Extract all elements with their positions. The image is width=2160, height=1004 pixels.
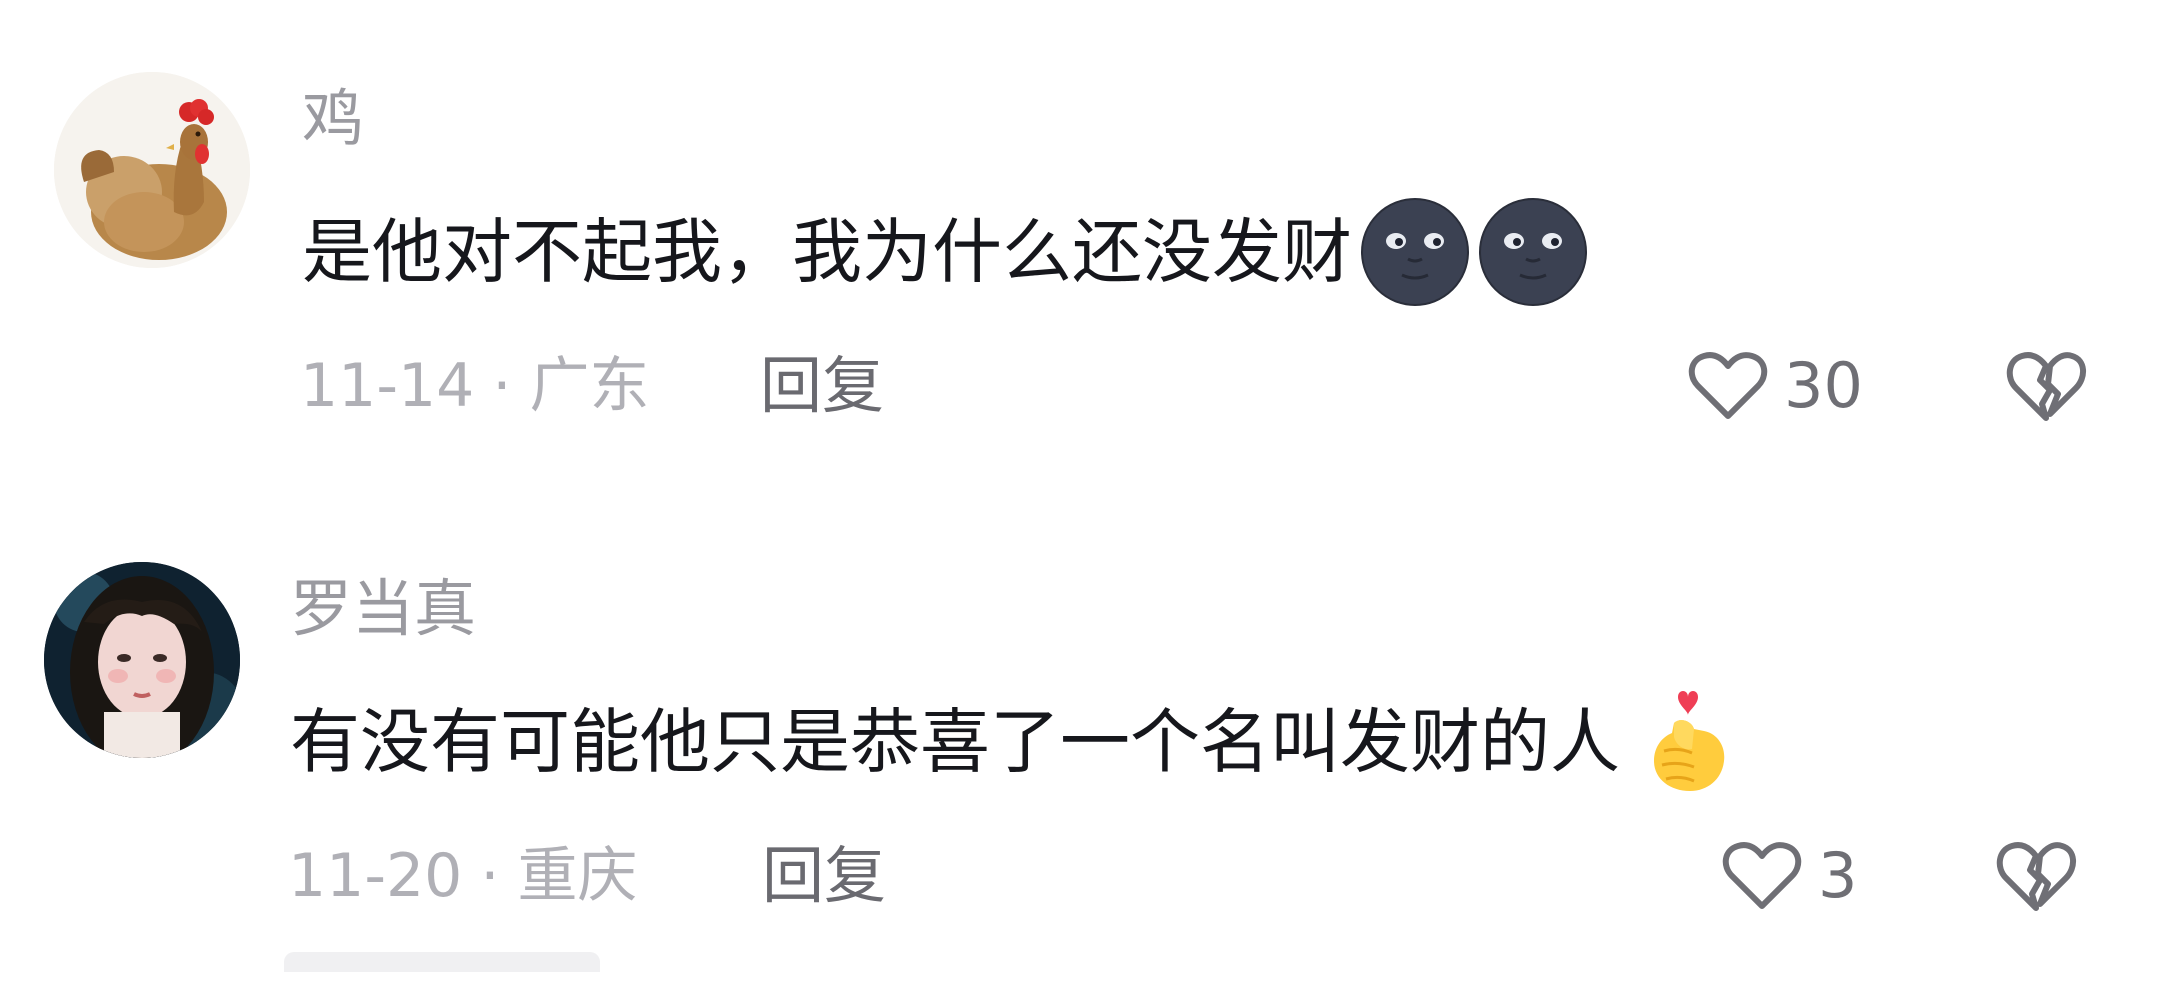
new-moon-face-emoji <box>1478 197 1588 307</box>
comment-date: 11-14 <box>300 351 475 421</box>
username[interactable]: 鸡 <box>302 82 364 156</box>
comment-meta: 11-14 · 广东 <box>300 346 649 426</box>
meta-separator: · <box>492 351 512 421</box>
meta-separator: · <box>480 841 500 911</box>
rooster-avatar-image <box>54 72 250 268</box>
like-count: 3 <box>1818 839 1858 912</box>
comment-location: 广东 <box>529 351 650 421</box>
reply-button[interactable]: 回复 <box>760 346 884 426</box>
heart-icon <box>1718 832 1806 920</box>
comment-date: 11-20 <box>288 841 463 911</box>
comment-text: 是他对不起我，我为什么还没发财 <box>302 211 1352 293</box>
heart-icon <box>1684 342 1772 430</box>
comment-meta: 11-20 · 重庆 <box>288 836 637 916</box>
broken-heart-icon[interactable] <box>1992 832 2080 920</box>
like-button[interactable]: 30 <box>1684 336 1863 436</box>
like-count: 30 <box>1784 349 1863 422</box>
expand-replies-bar[interactable] <box>284 952 600 972</box>
portrait-avatar-image <box>44 562 240 758</box>
avatar[interactable] <box>54 72 250 268</box>
comment-item: 鸡 是他对不起我，我为什么还没发财 11-14 · 广东 回复 30 <box>0 40 2160 480</box>
avatar[interactable] <box>44 562 240 758</box>
comment-text: 有没有可能他只是恭喜了一个名叫发财的人 <box>290 701 1620 783</box>
comment-location: 重庆 <box>517 841 638 911</box>
broken-heart-icon[interactable] <box>2002 342 2090 430</box>
username[interactable]: 罗当真 <box>290 572 476 646</box>
new-moon-face-emoji <box>1360 197 1470 307</box>
comment-body: 有没有可能他只是恭喜了一个名叫发财的人 <box>290 691 1744 792</box>
comment-item: 罗当真 有没有可能他只是恭喜了一个名叫发财的人 11-20 · 重庆 回复 3 <box>0 520 2160 960</box>
comment-body: 是他对不起我，我为什么还没发财 <box>302 198 1588 306</box>
finger-heart-emoji <box>1634 687 1744 797</box>
reply-button[interactable]: 回复 <box>762 836 886 916</box>
like-button[interactable]: 3 <box>1718 826 1857 926</box>
